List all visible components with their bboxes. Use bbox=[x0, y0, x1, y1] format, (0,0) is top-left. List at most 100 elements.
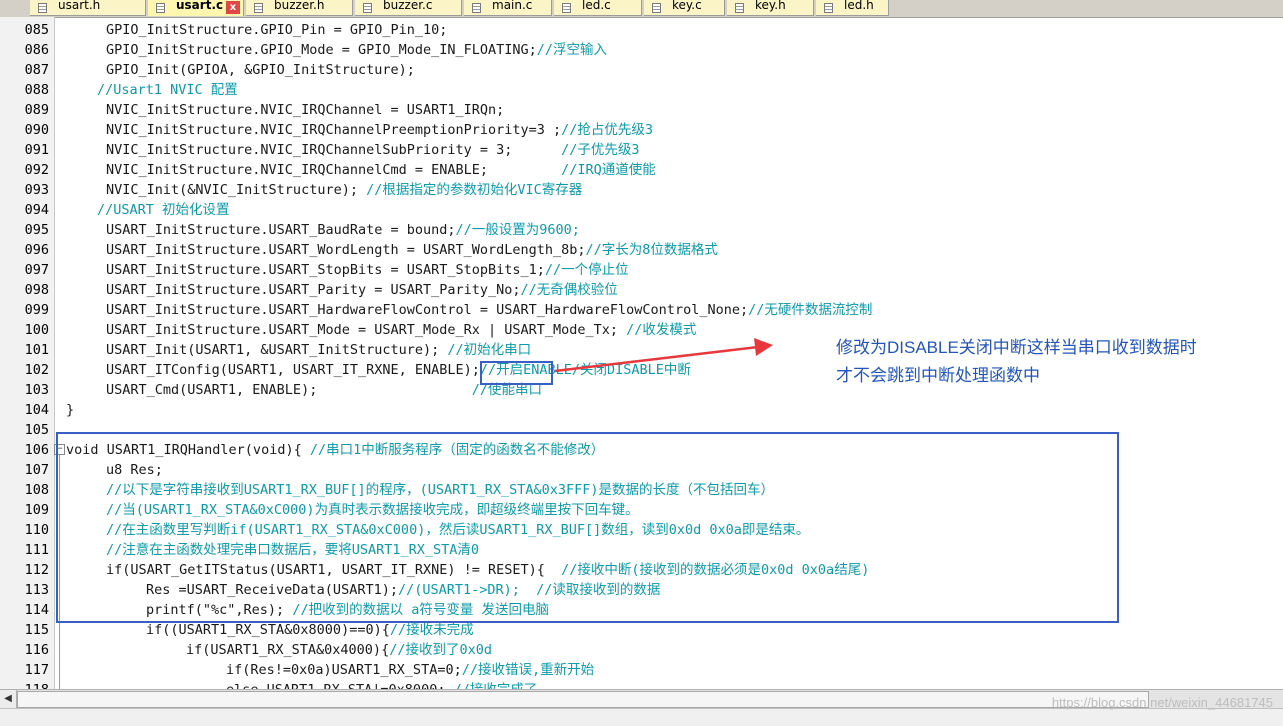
code-line[interactable]: USART_InitStructure.USART_StopBits = USA… bbox=[106, 260, 629, 280]
line-number: 085 bbox=[24, 22, 49, 38]
tab-label: buzzer.h bbox=[274, 0, 325, 12]
line-number: 098 bbox=[24, 282, 49, 298]
tab-buzzer-c[interactable]: buzzer.c bbox=[355, 0, 462, 16]
code-line[interactable]: USART_Init(USART1, &USART_InitStructure)… bbox=[106, 340, 531, 360]
code-text: NVIC_Init(&NVIC_InitStructure); bbox=[106, 182, 367, 198]
code-text: USART_ITConfig(USART1, USART_IT_RXNE, EN… bbox=[106, 362, 480, 378]
file-icon bbox=[254, 3, 263, 13]
code-line[interactable]: //Usart1 NVIC 配置 bbox=[97, 80, 238, 100]
code-text: USART_InitStructure.USART_Parity = USART… bbox=[106, 282, 521, 298]
scrollbar-thumb[interactable] bbox=[17, 691, 1149, 708]
file-icon bbox=[156, 3, 165, 13]
watermark-text: https://blog.csdn.net/weixin_44681745 bbox=[1051, 695, 1273, 710]
code-text: USART_InitStructure.USART_WordLength = U… bbox=[106, 242, 586, 258]
tab-key-h[interactable]: key.h bbox=[727, 0, 814, 16]
code-line[interactable]: USART_InitStructure.USART_WordLength = U… bbox=[106, 240, 718, 260]
code-line[interactable]: NVIC_InitStructure.NVIC_IRQChannelPreemp… bbox=[106, 120, 653, 140]
line-number: 089 bbox=[24, 102, 49, 118]
code-comment: //接收未完成 bbox=[389, 622, 474, 638]
code-line[interactable]: USART_InitStructure.USART_Parity = USART… bbox=[106, 280, 618, 300]
code-comment: //接收错误,重新开始 bbox=[461, 662, 595, 678]
code-comment: //一个停止位 bbox=[544, 262, 629, 278]
line-number: 116 bbox=[24, 642, 49, 658]
code-line[interactable]: USART_InitStructure.USART_HardwareFlowCo… bbox=[106, 300, 872, 320]
tab-led-c[interactable]: led.c bbox=[554, 0, 642, 16]
tab-main-c[interactable]: main.c bbox=[464, 0, 552, 16]
code-line[interactable]: GPIO_InitStructure.GPIO_Mode = GPIO_Mode… bbox=[106, 40, 607, 60]
line-number: 105 bbox=[24, 422, 49, 438]
tab-usart-h[interactable]: usart.h bbox=[30, 0, 146, 16]
code-text: GPIO_InitStructure.GPIO_Pin = GPIO_Pin_1… bbox=[106, 22, 448, 38]
code-comment: //初始化串口 bbox=[447, 342, 532, 358]
code-line[interactable]: USART_ITConfig(USART1, USART_IT_RXNE, EN… bbox=[106, 360, 691, 380]
tab-led-h[interactable]: led.h bbox=[816, 0, 889, 16]
line-number: 106 bbox=[24, 442, 49, 458]
code-line[interactable]: //USART 初始化设置 bbox=[97, 200, 230, 220]
code-text: USART_Init(USART1, &USART_InitStructure)… bbox=[106, 342, 448, 358]
line-number: 096 bbox=[24, 242, 49, 258]
code-line[interactable]: NVIC_InitStructure.NVIC_IRQChannelCmd = … bbox=[106, 160, 656, 180]
line-number: 103 bbox=[24, 382, 49, 398]
status-bar bbox=[0, 708, 1283, 726]
tab-label: led.h bbox=[844, 0, 874, 12]
code-comment: //IRQ通道使能 bbox=[561, 162, 656, 178]
close-tab-icon[interactable]: x bbox=[226, 1, 240, 14]
line-number: 110 bbox=[24, 522, 49, 538]
code-comment: //抢占优先级3 bbox=[561, 122, 654, 138]
code-line[interactable]: GPIO_InitStructure.GPIO_Pin = GPIO_Pin_1… bbox=[106, 20, 447, 40]
code-comment: //浮空输入 bbox=[536, 42, 608, 58]
file-icon bbox=[38, 3, 47, 13]
code-comment: //接收到了0x0d bbox=[389, 642, 492, 658]
line-number: 109 bbox=[24, 502, 49, 518]
code-line[interactable]: else USART1_RX_STA|=0x8000; //接收完成了 bbox=[226, 680, 537, 689]
code-line[interactable]: GPIO_Init(GPIOA, &GPIO_InitStructure); bbox=[106, 60, 415, 80]
line-number: 117 bbox=[24, 662, 49, 678]
code-line[interactable]: if(Res!=0x0a)USART1_RX_STA=0;//接收错误,重新开始 bbox=[226, 660, 594, 680]
line-number-gutter: 085 086 087 088 089 090 091 092 093 094 095 096 097 0… bbox=[0, 17, 55, 689]
code-text: NVIC_InitStructure.NVIC_IRQChannelSubPri… bbox=[106, 142, 562, 158]
code-comment: //一般设置为9600; bbox=[455, 222, 580, 238]
code-text: NVIC_InitStructure.NVIC_IRQChannelPreemp… bbox=[106, 122, 562, 138]
tab-label: key.h bbox=[755, 0, 786, 12]
line-number: 115 bbox=[24, 622, 49, 638]
code-text: if(Res!=0x0a)USART1_RX_STA=0; bbox=[226, 662, 462, 678]
code-line[interactable]: USART_InitStructure.USART_BaudRate = bou… bbox=[106, 220, 580, 240]
code-comment: //收发模式 bbox=[626, 322, 697, 338]
code-text: else USART1_RX_STA|=0x8000; bbox=[226, 682, 454, 689]
annotation-note-line-2: 才不会跳到中断处理函数中 bbox=[836, 366, 1040, 385]
file-icon bbox=[652, 3, 661, 13]
code-text: USART_InitStructure.USART_BaudRate = bou… bbox=[106, 222, 456, 238]
tab-buzzer-h[interactable]: buzzer.h bbox=[246, 0, 353, 16]
tab-key-c[interactable]: key.c bbox=[644, 0, 725, 16]
line-number: 088 bbox=[24, 82, 49, 98]
code-comment: //子优先级3 bbox=[561, 142, 640, 158]
line-number: 101 bbox=[24, 342, 49, 358]
code-line[interactable]: if(USART1_RX_STA&0x4000){//接收到了0x0d bbox=[186, 640, 492, 660]
code-text: NVIC_InitStructure.NVIC_IRQChannel = USA… bbox=[106, 102, 505, 118]
file-icon bbox=[472, 3, 481, 13]
file-tab-bar: usart.h usart.c x buzzer.h buzzer.c main.c led… bbox=[0, 0, 1283, 18]
code-line[interactable]: USART_InitStructure.USART_Mode = USART_M… bbox=[106, 320, 696, 340]
file-icon bbox=[824, 3, 833, 13]
scroll-left-icon[interactable]: ◀ bbox=[0, 690, 17, 708]
tab-label: key.c bbox=[672, 0, 702, 12]
line-number: 118 bbox=[0, 680, 49, 689]
tab-label: usart.h bbox=[58, 0, 101, 12]
line-number: 090 bbox=[24, 122, 49, 138]
code-text: USART_InitStructure.USART_HardwareFlowCo… bbox=[106, 302, 749, 318]
code-comment: //接收完成了 bbox=[454, 682, 538, 689]
code-line[interactable]: NVIC_InitStructure.NVIC_IRQChannel = USA… bbox=[106, 100, 504, 120]
code-line[interactable]: NVIC_InitStructure.NVIC_IRQChannelSubPri… bbox=[106, 140, 640, 160]
code-line[interactable]: if((USART1_RX_STA&0x8000)==0){//接收未完成 bbox=[146, 620, 474, 640]
tab-usart-c[interactable]: usart.c x bbox=[148, 0, 244, 16]
line-number: 093 bbox=[24, 182, 49, 198]
code-line[interactable]: } bbox=[66, 400, 74, 420]
code-line[interactable]: USART_Cmd(USART1, ENABLE); //使能串口 bbox=[106, 380, 542, 400]
code-comment: //无奇偶校验位 bbox=[520, 282, 618, 298]
line-number: 104 bbox=[24, 402, 49, 418]
tab-label: buzzer.c bbox=[383, 0, 433, 12]
code-line[interactable]: NVIC_Init(&NVIC_InitStructure); //根据指定的参… bbox=[106, 180, 582, 200]
code-text: } bbox=[66, 402, 75, 418]
line-number: 099 bbox=[24, 302, 49, 318]
code-comment: //Usart1 NVIC 配置 bbox=[97, 82, 238, 98]
